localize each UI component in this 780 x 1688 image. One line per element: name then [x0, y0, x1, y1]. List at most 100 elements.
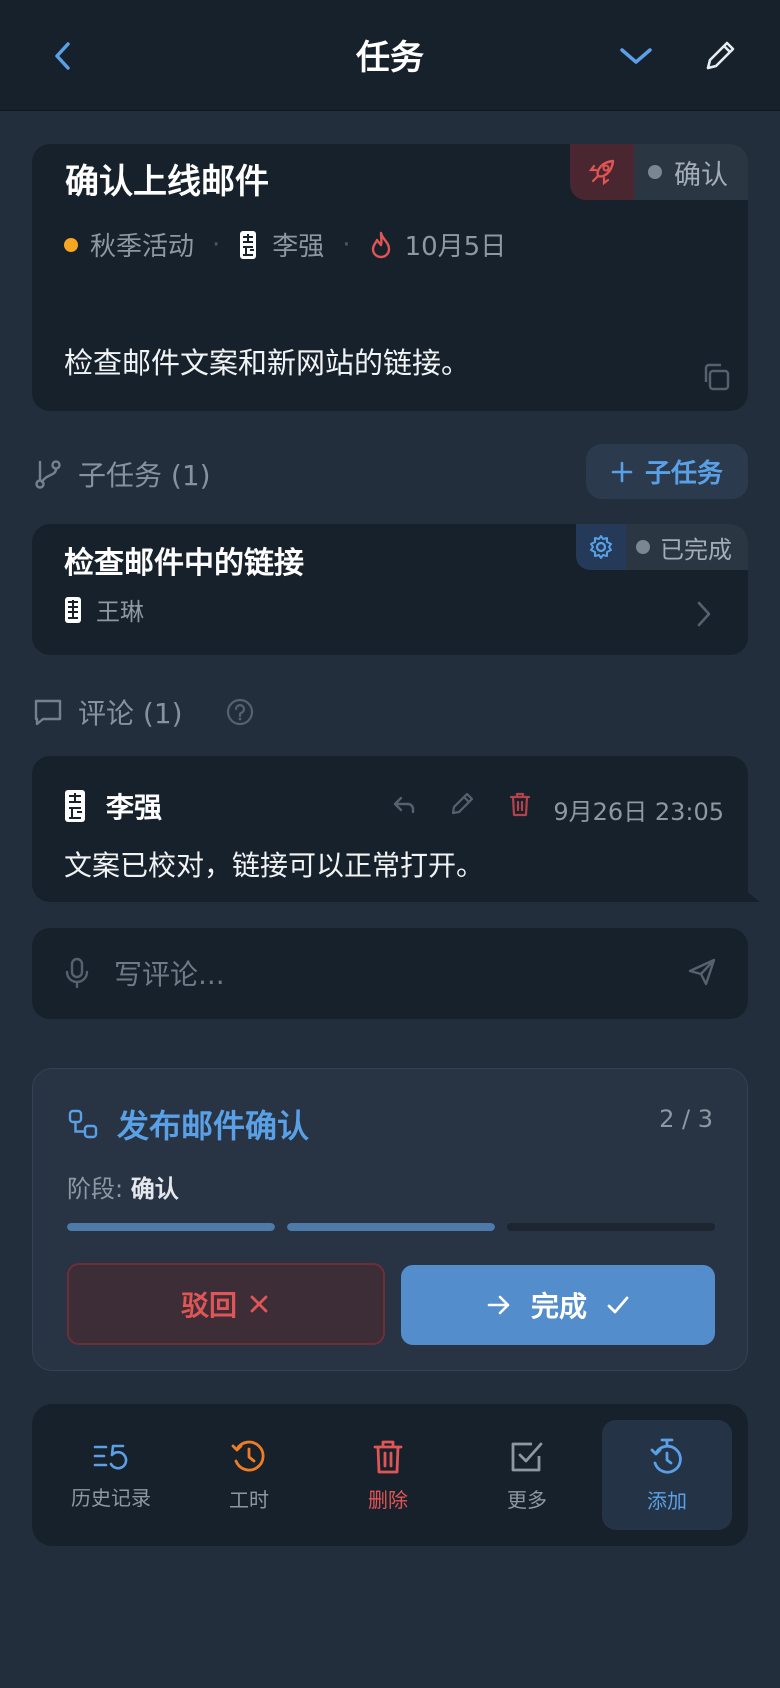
- trash-icon[interactable]: [506, 790, 534, 818]
- comment-actions: [390, 790, 534, 818]
- tool-label: 删除: [368, 1487, 408, 1512]
- comments-heading: 评论 (1): [78, 697, 183, 730]
- task-status-badge[interactable]: 确认: [570, 144, 748, 200]
- add-subtask-button[interactable]: 子任务: [586, 444, 748, 499]
- chevron-right-icon: [697, 601, 711, 627]
- subtask-assignee: 王琳: [64, 592, 144, 627]
- workflow-card: 发布邮件确认 2 / 3 阶段: 确认 驳回 完成: [32, 1068, 748, 1371]
- status-label: 确认: [634, 144, 748, 200]
- avatar: [65, 790, 85, 822]
- copy-button[interactable]: [700, 361, 732, 397]
- comment-input[interactable]: [114, 946, 674, 1002]
- status-text: 确认: [674, 159, 728, 191]
- worktime-button[interactable]: 工时: [184, 1420, 314, 1530]
- page-title: 任务: [356, 38, 424, 78]
- comment-author-name: 李强: [106, 791, 163, 824]
- tool-label: 历史记录: [71, 1485, 151, 1510]
- send-button[interactable]: [686, 956, 718, 992]
- due-date[interactable]: 10月5日: [405, 226, 507, 263]
- plus-icon: [611, 461, 633, 482]
- comment-icon: [34, 699, 62, 726]
- status-dot: [648, 165, 662, 179]
- tool-label: 添加: [647, 1488, 687, 1513]
- branch-icon: [35, 460, 61, 489]
- task-title: 确认上线邮件: [65, 162, 269, 202]
- project-dot: [64, 237, 78, 252]
- reject-button[interactable]: 驳回: [67, 1263, 385, 1345]
- avatar: [65, 596, 81, 623]
- stage-value: 确认: [130, 1175, 179, 1203]
- subtask-status-badge: 已完成: [576, 524, 748, 570]
- add-subtask-label: 子任务: [644, 459, 723, 489]
- comment-author: 李强: [64, 786, 162, 826]
- workflow-progress: [67, 1223, 715, 1231]
- badge-icon-box: [570, 144, 634, 200]
- send-icon: [688, 958, 716, 986]
- close-icon: [250, 1295, 268, 1313]
- workflow-step-count: 2 / 3: [659, 1105, 713, 1133]
- chevron-down-icon: [620, 48, 652, 64]
- subtask-assignee-name: 王琳: [96, 598, 144, 626]
- pencil-icon: [706, 41, 735, 70]
- check-icon: [607, 1296, 629, 1314]
- reply-icon[interactable]: [390, 790, 418, 818]
- progress-fill: [67, 1223, 275, 1231]
- task-meta: 秋季活动 · 李强 · 10月5日: [64, 226, 506, 263]
- progress-fill: [287, 1223, 495, 1231]
- bottom-toolbar: 历史记录 工时 删除 更多 添加: [32, 1404, 748, 1546]
- top-app-bar: 任务: [0, 0, 780, 111]
- avatar: [240, 230, 257, 259]
- tool-label: 更多: [507, 1487, 547, 1512]
- progress-segment: [287, 1223, 495, 1231]
- tool-label: 工时: [229, 1487, 269, 1512]
- assignee-name[interactable]: 李强: [272, 226, 324, 263]
- progress-segment: [507, 1223, 715, 1231]
- separator: ·: [212, 229, 221, 260]
- copy-icon: [704, 363, 730, 391]
- workflow-icon: [68, 1109, 98, 1139]
- workflow-stage: 阶段: 确认: [67, 1169, 179, 1204]
- add-timer-button[interactable]: 添加: [602, 1420, 732, 1530]
- complete-button[interactable]: 完成: [401, 1265, 715, 1345]
- collapse-button[interactable]: [616, 36, 656, 76]
- reject-label: 驳回: [180, 1289, 237, 1322]
- subtask-card[interactable]: 检查邮件中的链接 已完成 王琳: [32, 524, 748, 655]
- delete-button[interactable]: 删除: [323, 1420, 453, 1530]
- status-dot: [636, 540, 650, 554]
- clock-history-icon: [231, 1440, 265, 1471]
- comment-bubble-tail: [740, 886, 760, 902]
- task-description[interactable]: 检查邮件文案和新网站的链接。: [64, 340, 470, 382]
- flame-icon: [371, 231, 390, 258]
- subtask-status: 已完成: [626, 524, 748, 570]
- stage-label: 阶段:: [67, 1175, 124, 1203]
- edit-button[interactable]: [700, 36, 740, 76]
- more-button[interactable]: 更多: [462, 1420, 592, 1530]
- complete-label: 完成: [530, 1290, 587, 1323]
- subtask-status-text: 已完成: [660, 535, 732, 564]
- timer-icon: [650, 1438, 682, 1474]
- subtask-open[interactable]: [694, 598, 714, 634]
- history-list-icon: [93, 1444, 128, 1470]
- separator: ·: [342, 229, 351, 260]
- comment-composer: [32, 928, 748, 1019]
- subtask-title: 检查邮件中的链接: [64, 546, 304, 581]
- microphone-icon: [65, 957, 89, 989]
- task-card: 确认上线邮件 确认 秋季活动 · 李强 · 10月5日 检查邮件文案和新网站的链…: [32, 144, 748, 411]
- workflow-header: 发布邮件确认: [67, 1101, 309, 1147]
- subtasks-header: 子任务 (1): [32, 454, 211, 494]
- project-name[interactable]: 秋季活动: [90, 226, 194, 263]
- gear-icon: [590, 535, 612, 559]
- comment-time: 9月26日 23:05: [553, 798, 724, 826]
- comment-text: 文案已校对，链接可以正常打开。: [64, 849, 485, 882]
- rocket-icon: [588, 159, 615, 186]
- progress-segment: [67, 1223, 275, 1231]
- comments-header: 评论 (1): [32, 692, 255, 732]
- pencil-icon[interactable]: [448, 790, 476, 818]
- help-icon[interactable]: [225, 697, 255, 727]
- workflow-title: 发布邮件确认: [117, 1107, 310, 1145]
- voice-button[interactable]: [62, 956, 92, 994]
- history-button[interactable]: 历史记录: [46, 1420, 176, 1530]
- comment-card: 李强 9月26日 23:05 文案已校对，链接可以正常打开。: [32, 756, 748, 902]
- badge-icon-box: [576, 524, 626, 570]
- subtasks-heading: 子任务 (1): [78, 459, 211, 492]
